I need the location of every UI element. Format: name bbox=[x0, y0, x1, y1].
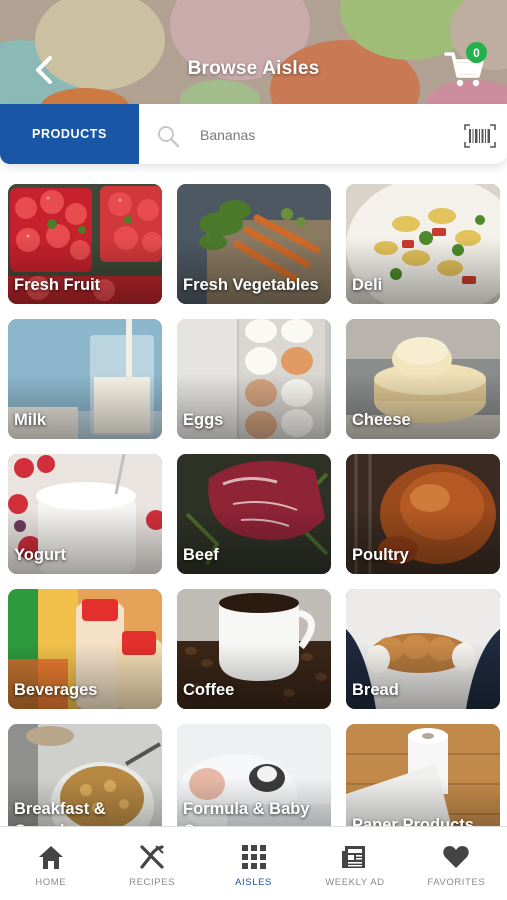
aisle-tile-fresh-fruit[interactable]: Fresh Fruit bbox=[8, 184, 162, 304]
grid-icon bbox=[241, 845, 266, 869]
aisle-label: Deli bbox=[352, 276, 383, 294]
aisle-tile-milk[interactable]: Milk bbox=[8, 319, 162, 439]
aisle-grid: Fresh Fruit Fresh Vegetables Deli Milk E… bbox=[8, 184, 500, 826]
search-mode-button[interactable]: PRODUCTS bbox=[0, 104, 139, 164]
tab-aisles[interactable]: AISLES bbox=[203, 827, 304, 900]
barcode-icon[interactable] bbox=[464, 124, 496, 148]
aisle-label: Paper Products bbox=[352, 816, 474, 826]
header-overlay bbox=[0, 0, 507, 104]
fork-knife-icon bbox=[140, 845, 164, 869]
page-title: Browse Aisles bbox=[187, 58, 320, 79]
aisle-tile-breakfast-cereal[interactable]: Breakfast & Cereal bbox=[8, 724, 162, 826]
aisle-tile-beef[interactable]: Beef bbox=[177, 454, 331, 574]
aisle-tile-beverages[interactable]: Beverages bbox=[8, 589, 162, 709]
tab-label: WEEKLY AD bbox=[325, 877, 385, 888]
cart-button[interactable]: 0 bbox=[442, 42, 492, 88]
header-bar: Browse Aisles 0 bbox=[0, 0, 507, 104]
newspaper-icon bbox=[341, 846, 365, 868]
tab-label: RECIPES bbox=[129, 877, 176, 888]
aisle-label: Cheese bbox=[352, 411, 411, 429]
aisle-label: Beef bbox=[183, 546, 219, 564]
aisle-label: Formula & Baby Care bbox=[183, 800, 310, 826]
aisle-label: Fresh Vegetables bbox=[183, 276, 319, 294]
tab-label: AISLES bbox=[235, 877, 272, 888]
tab-weekly-ad[interactable]: WEEKLY AD bbox=[304, 827, 405, 900]
aisle-tile-deli[interactable]: Deli bbox=[346, 184, 500, 304]
aisle-tile-fresh-vegetables[interactable]: Fresh Vegetables bbox=[177, 184, 331, 304]
aisle-label: Coffee bbox=[183, 681, 235, 699]
aisle-label: Breakfast & Cereal bbox=[14, 800, 106, 826]
home-icon bbox=[38, 846, 63, 869]
aisle-tile-eggs[interactable]: Eggs bbox=[177, 319, 331, 439]
tab-favorites[interactable]: FAVORITES bbox=[406, 827, 507, 900]
aisle-tile-formula-baby-care[interactable]: Formula & Baby Care bbox=[177, 724, 331, 826]
tab-label: FAVORITES bbox=[427, 877, 486, 888]
aisle-label: Eggs bbox=[183, 411, 224, 429]
bottom-tab-bar: HOME RECIPES AISLES WEEKLY AD FAVORITES bbox=[0, 826, 507, 900]
aisle-tile-bread[interactable]: Bread bbox=[346, 589, 500, 709]
aisle-label: Bread bbox=[352, 681, 399, 699]
cart-count-badge: 0 bbox=[466, 42, 487, 63]
aisle-label: Poultry bbox=[352, 546, 409, 564]
aisle-tile-paper-products[interactable]: Paper Products bbox=[346, 724, 500, 826]
aisle-label: Yogurt bbox=[14, 546, 66, 564]
magnifier-icon bbox=[158, 126, 180, 148]
aisle-label: Beverages bbox=[14, 681, 98, 699]
aisle-tile-coffee[interactable]: Coffee bbox=[177, 589, 331, 709]
search-bar: PRODUCTS bbox=[0, 104, 507, 164]
aisle-tile-poultry[interactable]: Poultry bbox=[346, 454, 500, 574]
tab-home[interactable]: HOME bbox=[0, 827, 101, 900]
aisle-label: Milk bbox=[14, 411, 47, 429]
aisle-tile-cheese[interactable]: Cheese bbox=[346, 319, 500, 439]
heart-icon bbox=[443, 846, 470, 868]
tab-label: HOME bbox=[35, 877, 67, 888]
search-input[interactable] bbox=[200, 122, 440, 148]
tab-recipes[interactable]: RECIPES bbox=[101, 827, 202, 900]
aisle-label: Fresh Fruit bbox=[14, 276, 101, 294]
aisle-tile-yogurt[interactable]: Yogurt bbox=[8, 454, 162, 574]
